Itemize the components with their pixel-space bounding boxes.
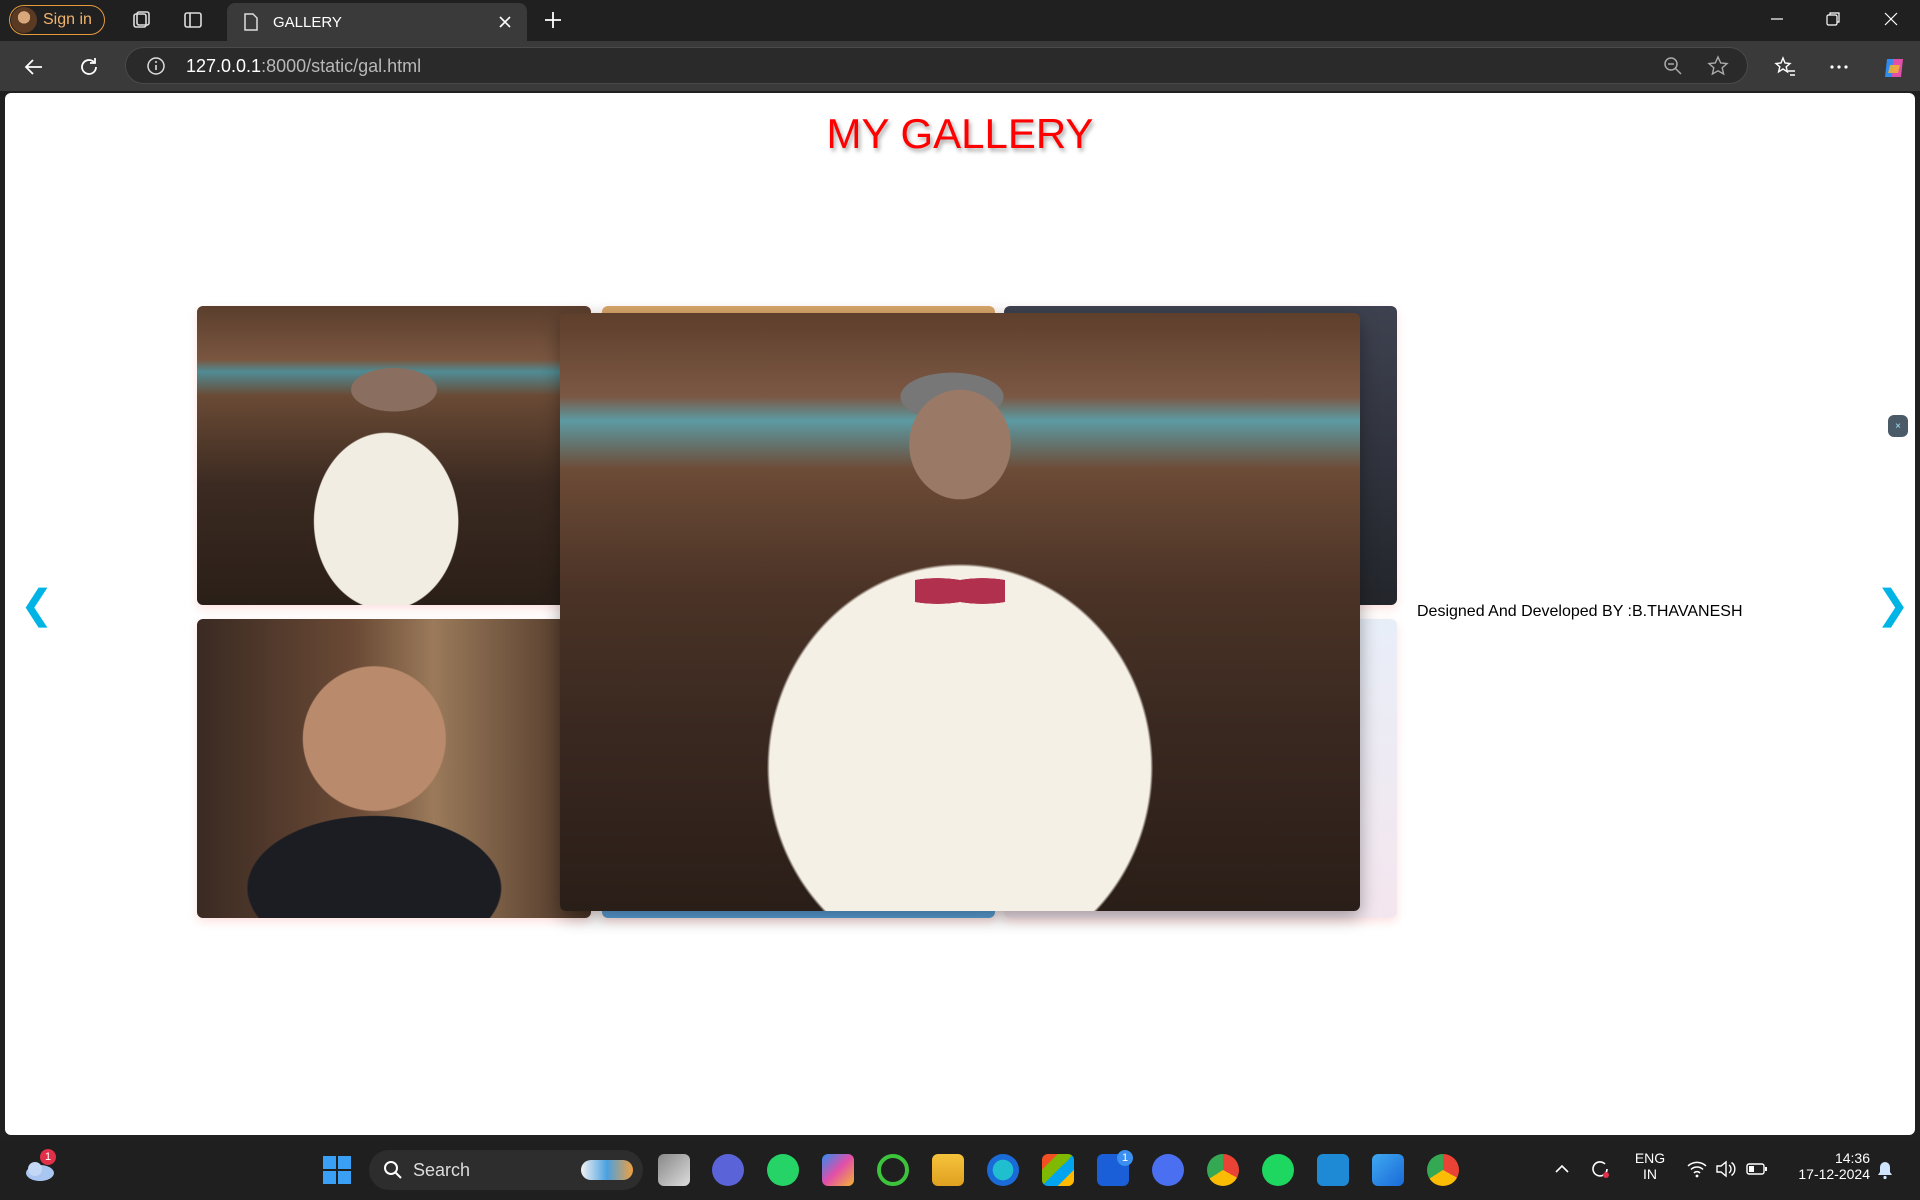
chrome-icon-2[interactable] [1427,1154,1459,1186]
enlarged-photo[interactable] [560,313,1360,911]
search-icon [384,1161,402,1179]
taskbar-search[interactable]: Search [369,1150,643,1190]
gallery-thumbnail[interactable] [197,619,591,918]
site-info-icon[interactable] [146,56,166,76]
zoom-out-icon[interactable] [1663,56,1683,76]
app-badge: 1 [1117,1150,1133,1166]
weather-badge: 1 [40,1149,56,1165]
url-text[interactable]: 127.0.0.1:8000/static/gal.html [186,56,421,77]
credit-text: Designed And Developed BY :B.THAVANESH [1417,603,1743,620]
address-bar[interactable]: 127.0.0.1:8000/static/gal.html [125,47,1748,84]
file-explorer-icon[interactable] [932,1154,964,1186]
clock-time: 14:36 [1834,1150,1870,1166]
notification-bell-icon[interactable] [1876,1160,1894,1180]
url-path: :8000/static/gal.html [261,56,422,76]
language-top: ENG [1634,1150,1666,1166]
battery-icon[interactable] [1746,1161,1768,1177]
search-placeholder: Search [413,1159,471,1180]
sync-icon[interactable] [1588,1157,1612,1181]
browser-tab-bar: Sign in GALLERY [0,0,1920,41]
prev-arrow[interactable]: ❮ [20,585,54,625]
next-arrow[interactable]: ❯ [1876,585,1910,625]
favorites-icon[interactable] [1773,55,1797,79]
gallery-page: MY GALLERY ❮ ❯ Designed And Developed BY… [5,93,1915,1135]
url-host: 127.0.0.1 [186,56,262,76]
store-icon[interactable] [1042,1154,1074,1186]
close-overlay-button[interactable]: × [1888,415,1908,437]
app-icon[interactable] [1152,1154,1184,1186]
language-indicator[interactable]: ENG IN [1630,1150,1670,1182]
refresh-icon[interactable] [77,55,101,79]
clock[interactable]: 14:36 17-12-2024 [1784,1150,1870,1182]
restore-icon[interactable] [1822,8,1844,30]
vscode-icon[interactable] [1317,1154,1349,1186]
gallery-thumbnail[interactable] [197,306,591,605]
photos-icon[interactable] [1372,1154,1404,1186]
back-icon[interactable] [22,55,46,79]
profile-avatar [11,7,37,33]
refresh-app-icon[interactable] [877,1154,909,1186]
clock-date: 17-12-2024 [1798,1166,1870,1182]
windows-taskbar: 1 Search 1 ENG IN 14:36 17-12-2024 [0,1140,1920,1200]
more-options-icon[interactable] [1827,55,1851,79]
workspaces-icon[interactable] [130,9,152,31]
new-tab-icon[interactable] [541,8,565,32]
task-view-icon[interactable] [658,1154,690,1186]
tab-title: GALLERY [273,13,342,31]
close-window-icon[interactable] [1880,8,1902,30]
copilot-icon[interactable] [1881,55,1907,81]
tab-gallery[interactable]: GALLERY [227,3,527,41]
tab-actions-icon[interactable] [182,9,204,31]
sign-in-button[interactable]: Sign in [9,5,105,35]
photo-detail [915,571,1005,611]
chrome-icon[interactable] [1207,1154,1239,1186]
whatsapp-icon[interactable] [767,1154,799,1186]
search-highlight-image [581,1160,633,1180]
wifi-icon[interactable] [1686,1160,1708,1178]
close-tab-icon[interactable] [495,12,515,32]
sign-in-label: Sign in [43,11,92,28]
minimize-icon[interactable] [1766,8,1788,30]
meet-icon[interactable] [712,1154,744,1186]
browser-toolbar: 127.0.0.1:8000/static/gal.html [0,41,1920,91]
language-bottom: IN [1643,1166,1657,1182]
spotify-icon[interactable] [1262,1154,1294,1186]
volume-icon[interactable] [1714,1160,1736,1178]
chevron-up-icon[interactable] [1553,1160,1571,1178]
page-icon [244,13,258,31]
start-icon[interactable] [321,1154,353,1186]
page-title: MY GALLERY [826,110,1094,157]
favorite-star-icon[interactable] [1707,55,1729,77]
edge-icon[interactable] [987,1154,1019,1186]
copilot-app-icon[interactable] [822,1154,854,1186]
